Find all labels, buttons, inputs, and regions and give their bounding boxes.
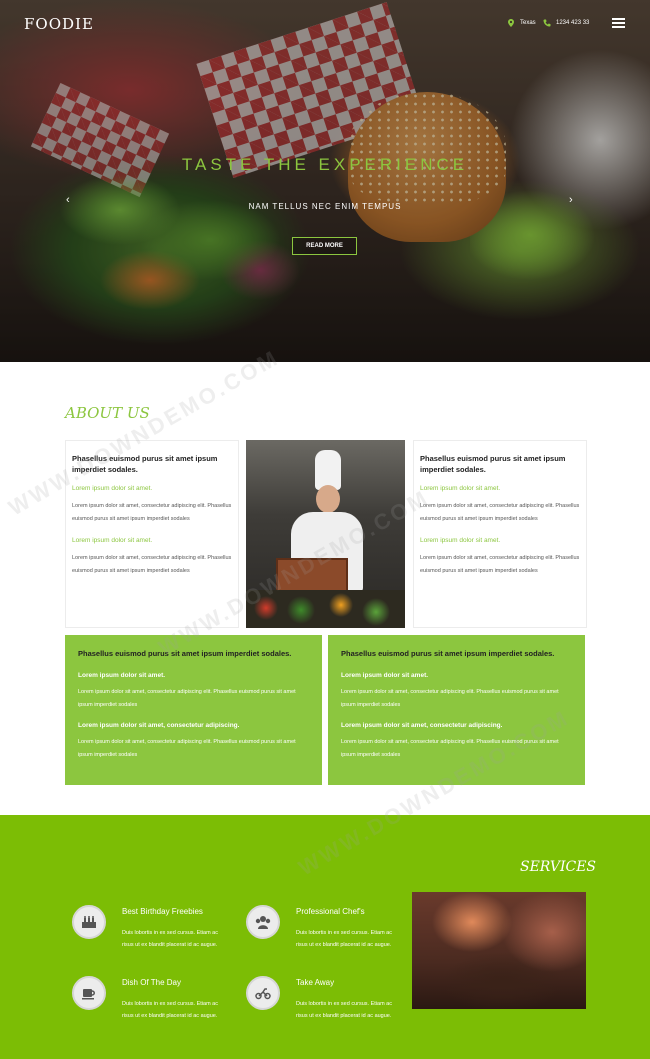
phone-icon <box>543 19 551 27</box>
green-card-text: Lorem ipsum dolor sit amet, consectetur … <box>78 689 296 708</box>
service-desc: Duis lobortis in ex sed cursus. Etiam ac… <box>122 930 218 948</box>
hamburger-icon[interactable] <box>612 18 625 28</box>
card-text: Lorem ipsum dolor sit amet, consectetur … <box>420 503 580 522</box>
service-item: Dish Of The Day Duis lobortis in ex sed … <box>72 976 242 1036</box>
hero-title: TASTE THE EXPERIENCE <box>181 155 469 174</box>
green-card-subheading: Lorem ipsum dolor sit amet, consectetur … <box>78 722 240 729</box>
cake-icon <box>72 905 106 939</box>
about-card-right: Phasellus euismod purus sit amet ipsum i… <box>413 440 587 628</box>
location-text: Texas <box>520 20 536 26</box>
phone-number[interactable]: 1234 423 33 <box>556 20 589 26</box>
chef-face-image <box>316 485 340 513</box>
service-name: Dish Of The Day <box>122 978 181 987</box>
card-subheading: Lorem ipsum dolor sit amet. <box>72 485 153 492</box>
service-item: Best Birthday Freebies Duis lobortis in … <box>72 905 242 965</box>
restaurant-photo <box>412 892 586 1009</box>
service-name: Best Birthday Freebies <box>122 907 203 916</box>
hero-slider: FOODIE Texas 1234 423 33 ‹ › TASTE THE E… <box>0 0 650 362</box>
card-text: Lorem ipsum dolor sit amet, consectetur … <box>420 555 580 574</box>
card-subheading: Lorem ipsum dolor sit amet. <box>420 485 501 492</box>
service-desc: Duis lobortis in ex sed cursus. Etiam ac… <box>122 1001 218 1019</box>
service-desc: Duis lobortis in ex sed cursus. Etiam ac… <box>296 930 392 948</box>
read-more-button[interactable]: READ MORE <box>292 237 357 255</box>
coffee-cup-icon <box>72 976 106 1010</box>
green-card-subheading: Lorem ipsum dolor sit amet. <box>78 672 166 679</box>
green-card-text: Lorem ipsum dolor sit amet, consectetur … <box>78 739 296 758</box>
service-item: Professional Chef's Duis lobortis in ex … <box>246 905 416 965</box>
service-name: Professional Chef's <box>296 907 365 916</box>
green-card-heading: Phasellus euismod purus sit amet ipsum i… <box>341 649 555 658</box>
chef-group-icon <box>246 905 280 939</box>
service-desc: Duis lobortis in ex sed cursus. Etiam ac… <box>296 1001 392 1019</box>
hero-overlay <box>0 0 650 362</box>
about-title: ABOUT US <box>65 404 150 422</box>
map-pin-icon <box>508 19 514 27</box>
green-card-right: Phasellus euismod purus sit amet ipsum i… <box>328 635 585 785</box>
card-subheading: Lorem ipsum dolor sit amet. <box>72 537 153 544</box>
green-card-text: Lorem ipsum dolor sit amet, consectetur … <box>341 689 559 708</box>
chef-hat-image <box>315 450 341 490</box>
service-name: Take Away <box>296 978 335 987</box>
card-heading: Phasellus euismod purus sit amet ipsum i… <box>420 454 566 474</box>
services-title: SERVICES <box>520 859 597 875</box>
card-text: Lorem ipsum dolor sit amet, consectetur … <box>72 555 232 574</box>
green-card-left: Phasellus euismod purus sit amet ipsum i… <box>65 635 322 785</box>
site-logo[interactable]: FOODIE <box>24 15 94 33</box>
green-card-heading: Phasellus euismod purus sit amet ipsum i… <box>78 649 292 658</box>
service-item: Take Away Duis lobortis in ex sed cursus… <box>246 976 416 1036</box>
green-card-subheading: Lorem ipsum dolor sit amet. <box>341 672 429 679</box>
scooter-icon <box>246 976 280 1010</box>
hero-subtitle: NAM TELLUS NEC ENIM TEMPUS <box>248 202 402 211</box>
card-text: Lorem ipsum dolor sit amet, consectetur … <box>72 503 232 522</box>
card-subheading: Lorem ipsum dolor sit amet. <box>420 537 501 544</box>
